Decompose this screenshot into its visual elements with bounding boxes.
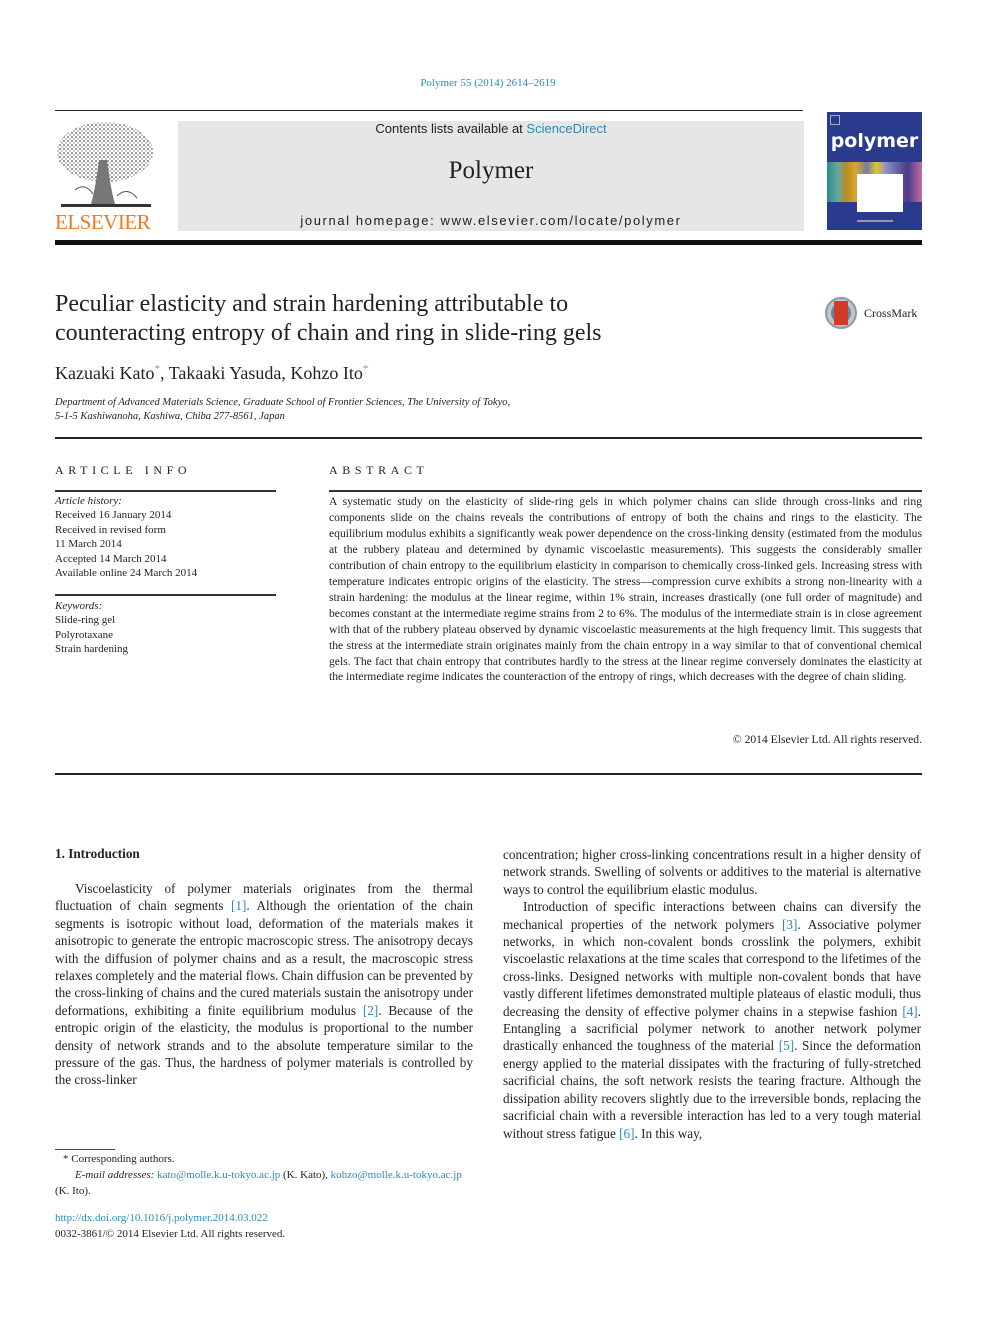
body-column-left: Viscoelasticity of polymer materials ori… — [55, 880, 473, 1089]
email-note: E-mail addresses: kato@molle.k.u-tokyo.a… — [55, 1167, 475, 1199]
divider — [55, 773, 922, 775]
title-line-1: Peculiar elasticity and strain hardening… — [55, 291, 569, 317]
keywords-label: Keywords: — [55, 600, 103, 612]
reference-link[interactable]: [3] — [782, 917, 797, 932]
journal-cover-image: polymer — [827, 112, 922, 230]
footnotes: * Corresponding authors. E-mail addresse… — [55, 1151, 475, 1199]
title-line-2: counteracting entropy of chain and ring … — [55, 320, 602, 346]
article-info-heading: ARTICLE INFO — [55, 463, 192, 477]
history-item: Accepted 14 March 2014 — [55, 552, 167, 565]
journal-banner: Contents lists available at ScienceDirec… — [178, 121, 804, 231]
cover-footer-text — [857, 220, 893, 222]
keywords: Keywords: Slide-ring gel Polyrotaxane St… — [55, 599, 128, 657]
article-history-label: Article history: — [55, 495, 122, 507]
journal-citation-link[interactable]: Polymer 55 (2014) 2614–2619 — [0, 77, 976, 89]
reference-link[interactable]: [2] — [363, 1003, 378, 1018]
author-name[interactable]: Kohzo Ito — [290, 363, 362, 383]
abstract-copyright: © 2014 Elsevier Ltd. All rights reserved… — [732, 733, 922, 746]
footnote-rule — [55, 1149, 115, 1150]
corresponding-author-mark[interactable]: * — [363, 363, 369, 375]
journal-name: Polymer — [448, 157, 534, 184]
author-name[interactable]: Kazuaki Kato — [55, 363, 154, 383]
corresponding-note: * Corresponding authors. — [63, 1153, 175, 1165]
elsevier-tree-icon — [57, 122, 153, 207]
history-item: 11 March 2014 — [55, 538, 122, 551]
divider — [329, 490, 922, 492]
cover-chart-inset — [857, 174, 903, 212]
elsevier-wordmark: ELSEVIER — [55, 210, 151, 234]
paragraph: Viscoelasticity of polymer materials ori… — [55, 881, 473, 1088]
cover-title: polymer — [830, 130, 919, 152]
author-separator: , — [159, 363, 169, 383]
affiliation: Department of Advanced Materials Science… — [55, 396, 510, 424]
article-title: Peculiar elasticity and strain hardening… — [55, 290, 795, 348]
crossmark-label: CrossMark — [864, 306, 918, 320]
keyword-item: Polyrotaxane — [55, 628, 114, 641]
reference-link[interactable]: [6] — [619, 1126, 634, 1141]
keyword-item: Slide-ring gel — [55, 614, 116, 627]
reference-link[interactable]: [5] — [779, 1038, 794, 1053]
affiliation-line-1: Department of Advanced Materials Science… — [55, 397, 511, 408]
elsevier-logo: ELSEVIER — [55, 120, 155, 234]
email-owner: (K. Ito). — [55, 1185, 91, 1197]
issn-copyright: 0032-3861/© 2014 Elsevier Ltd. All right… — [55, 1228, 286, 1240]
body-column-right: concentration; higher cross-linking conc… — [503, 846, 921, 1142]
history-item: Available online 24 March 2014 — [55, 567, 198, 580]
section-heading: 1. Introduction — [55, 846, 140, 861]
crossmark-button[interactable]: CrossMark — [825, 297, 925, 335]
author-list: Kazuaki Kato*, Takaaki Yasuda, Kohzo Ito… — [55, 363, 368, 384]
header-top-rule — [55, 110, 803, 111]
email-label: E-mail addresses: — [75, 1169, 158, 1181]
sciencedirect-link[interactable]: ScienceDirect — [526, 121, 606, 136]
email-link[interactable]: kohzo@molle.k.u-tokyo.ac.jp — [331, 1169, 462, 1181]
cover-logo-icon — [830, 115, 840, 125]
affiliation-line-2: 5-1-5 Kashiwanoha, Kashiwa, Chiba 277-85… — [55, 411, 285, 422]
email-link[interactable]: kato@molle.k.u-tokyo.ac.jp — [157, 1169, 280, 1181]
paragraph: Introduction of specific interactions be… — [503, 899, 922, 1141]
abstract-text: A systematic study on the elasticity of … — [329, 495, 922, 684]
divider — [55, 594, 276, 596]
email-owner: (K. Kato), — [280, 1169, 331, 1181]
article-history: Article history: Received 16 January 201… — [55, 494, 197, 580]
author-name[interactable]: Takaaki Yasuda — [169, 363, 282, 383]
journal-homepage[interactable]: journal homepage: www.elsevier.com/locat… — [178, 213, 804, 228]
reference-link[interactable]: [1] — [231, 898, 246, 913]
doi-link[interactable]: http://dx.doi.org/10.1016/j.polymer.2014… — [55, 1210, 268, 1226]
crossmark-icon — [825, 297, 857, 329]
contents-availability: Contents lists available at ScienceDirec… — [178, 121, 804, 136]
divider — [55, 437, 922, 439]
history-item: Received in revised form — [55, 523, 166, 536]
header-bottom-rule — [55, 240, 922, 245]
history-item: Received 16 January 2014 — [55, 509, 172, 522]
abstract-heading: ABSTRACT — [329, 463, 429, 477]
divider — [55, 490, 276, 492]
contents-prefix: Contents lists available at — [375, 121, 527, 136]
reference-link[interactable]: [4] — [902, 1004, 917, 1019]
paragraph: concentration; higher cross-linking conc… — [503, 847, 921, 897]
keyword-item: Strain hardening — [55, 643, 129, 656]
